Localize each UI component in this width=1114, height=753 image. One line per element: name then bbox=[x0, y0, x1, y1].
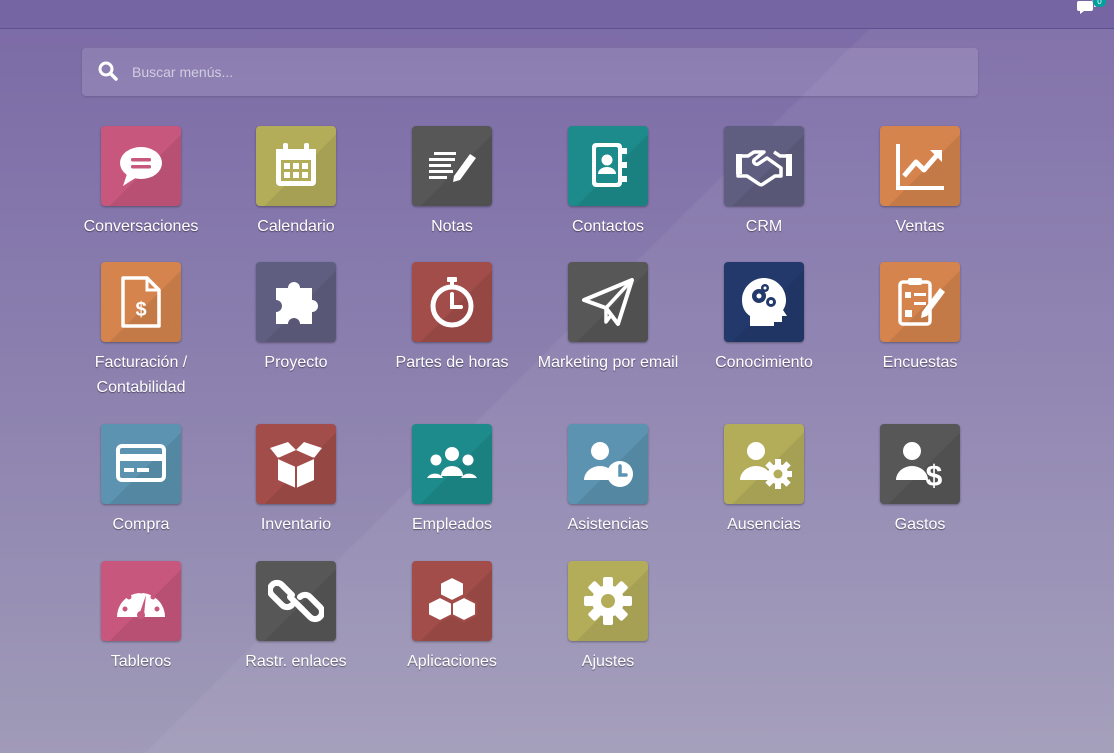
app-calendar[interactable]: Calendario bbox=[221, 126, 371, 239]
user-gear-icon bbox=[740, 442, 792, 489]
puzzle-icon bbox=[276, 282, 318, 324]
chat-counter-badge: 0 bbox=[1093, 0, 1106, 7]
app-label[interactable]: Ausencias bbox=[689, 512, 839, 537]
app-tile[interactable] bbox=[101, 424, 181, 504]
app-label[interactable]: Encuestas bbox=[845, 350, 995, 375]
app-label[interactable]: Contactos bbox=[533, 214, 683, 239]
svg-text:$: $ bbox=[926, 460, 943, 492]
gauge-icon bbox=[117, 588, 165, 619]
menu-search-bar[interactable] bbox=[82, 48, 978, 96]
cubes-icon bbox=[427, 575, 477, 623]
gear-icon bbox=[584, 577, 632, 625]
app-people-group[interactable]: Empleados bbox=[377, 424, 527, 537]
app-label[interactable]: Calendario bbox=[221, 214, 371, 239]
app-cubes[interactable]: Aplicaciones bbox=[377, 561, 527, 674]
invoice-dollar-icon: $ bbox=[121, 276, 161, 328]
app-stopwatch[interactable]: Partes de horas bbox=[377, 262, 527, 375]
app-tile[interactable] bbox=[256, 561, 336, 641]
app-tile[interactable] bbox=[568, 262, 648, 342]
app-chain-link[interactable]: Rastr. enlaces bbox=[221, 561, 371, 674]
clipboard-check-icon bbox=[898, 278, 945, 326]
app-tile[interactable] bbox=[256, 126, 336, 206]
notes-pen-icon bbox=[429, 152, 476, 182]
paper-plane-icon bbox=[582, 278, 634, 326]
chain-link-icon bbox=[268, 579, 324, 623]
app-gauge[interactable]: Tableros bbox=[66, 561, 216, 674]
user-dollar-icon: $ bbox=[896, 442, 943, 492]
head-gears-icon bbox=[742, 278, 787, 326]
app-gear[interactable]: Ajustes bbox=[533, 561, 683, 674]
app-notes-pen[interactable]: Notas bbox=[377, 126, 527, 239]
app-tile[interactable] bbox=[880, 262, 960, 342]
app-credit-card[interactable]: Compra bbox=[66, 424, 216, 537]
app-label[interactable]: Asistencias bbox=[533, 512, 683, 537]
search-icon bbox=[98, 61, 118, 81]
app-tile[interactable] bbox=[412, 262, 492, 342]
app-label[interactable]: Conocimiento bbox=[689, 350, 839, 375]
app-head-gears[interactable]: Conocimiento bbox=[689, 262, 839, 375]
app-label[interactable]: Partes de horas bbox=[377, 350, 527, 375]
app-tile[interactable] bbox=[568, 424, 648, 504]
stopwatch-icon bbox=[430, 277, 474, 328]
top-navbar: 0 bbox=[0, 0, 1114, 29]
app-label[interactable]: Empleados bbox=[377, 512, 527, 537]
chat-bubble-icon bbox=[120, 147, 162, 186]
app-tile[interactable] bbox=[101, 561, 181, 641]
app-handshake[interactable]: CRM bbox=[689, 126, 839, 239]
app-tile[interactable] bbox=[412, 561, 492, 641]
app-tile[interactable] bbox=[412, 126, 492, 206]
user-clock-icon bbox=[584, 442, 633, 487]
app-label[interactable]: Tableros bbox=[66, 649, 216, 674]
app-label[interactable]: Marketing por email bbox=[533, 350, 683, 375]
app-address-book[interactable]: Contactos bbox=[533, 126, 683, 239]
app-tile[interactable]: $ bbox=[101, 262, 181, 342]
open-box-icon bbox=[270, 442, 322, 488]
app-line-chart[interactable]: Ventas bbox=[845, 126, 995, 239]
app-tile[interactable] bbox=[568, 126, 648, 206]
app-tile[interactable] bbox=[724, 126, 804, 206]
app-label[interactable]: Aplicaciones bbox=[377, 649, 527, 674]
app-tile[interactable] bbox=[568, 561, 648, 641]
app-paper-plane[interactable]: Marketing por email bbox=[533, 262, 683, 375]
app-label[interactable]: Conversaciones bbox=[66, 214, 216, 239]
messaging-menu[interactable]: 0 bbox=[1076, 0, 1106, 18]
app-label[interactable]: Compra bbox=[66, 512, 216, 537]
handshake-icon bbox=[736, 150, 792, 187]
app-label[interactable]: Proyecto bbox=[221, 350, 371, 375]
app-label[interactable]: Notas bbox=[377, 214, 527, 239]
app-tile[interactable] bbox=[101, 126, 181, 206]
address-book-icon bbox=[592, 143, 627, 187]
app-tile[interactable] bbox=[880, 126, 960, 206]
app-label[interactable]: CRM bbox=[689, 214, 839, 239]
app-puzzle[interactable]: Proyecto bbox=[221, 262, 371, 375]
app-user-dollar[interactable]: $ Gastos bbox=[845, 424, 995, 537]
credit-card-icon bbox=[116, 444, 166, 482]
line-chart-icon bbox=[896, 144, 944, 190]
app-tile[interactable] bbox=[412, 424, 492, 504]
app-label[interactable]: Rastr. enlaces bbox=[221, 649, 371, 674]
search-input[interactable] bbox=[130, 56, 954, 88]
app-label[interactable]: Ajustes bbox=[533, 649, 683, 674]
app-label[interactable]: Inventario bbox=[221, 512, 371, 537]
people-group-icon bbox=[427, 447, 477, 478]
app-user-gear[interactable]: Ausencias bbox=[689, 424, 839, 537]
calendar-icon bbox=[276, 143, 316, 186]
app-tile[interactable]: $ bbox=[880, 424, 960, 504]
app-tile[interactable] bbox=[724, 262, 804, 342]
app-clipboard-check[interactable]: Encuestas bbox=[845, 262, 995, 375]
app-label[interactable]: Gastos bbox=[845, 512, 995, 537]
app-tile[interactable] bbox=[256, 262, 336, 342]
app-chat-bubble[interactable]: Conversaciones bbox=[66, 126, 216, 239]
app-open-box[interactable]: Inventario bbox=[221, 424, 371, 537]
svg-text:$: $ bbox=[135, 299, 146, 321]
app-label[interactable]: Ventas bbox=[845, 214, 995, 239]
app-user-clock[interactable]: Asistencias bbox=[533, 424, 683, 537]
app-invoice-dollar[interactable]: $ Facturación / Contabilidad bbox=[66, 262, 216, 400]
app-label[interactable]: Facturación / Contabilidad bbox=[66, 350, 216, 400]
app-tile[interactable] bbox=[724, 424, 804, 504]
app-tile[interactable] bbox=[256, 424, 336, 504]
